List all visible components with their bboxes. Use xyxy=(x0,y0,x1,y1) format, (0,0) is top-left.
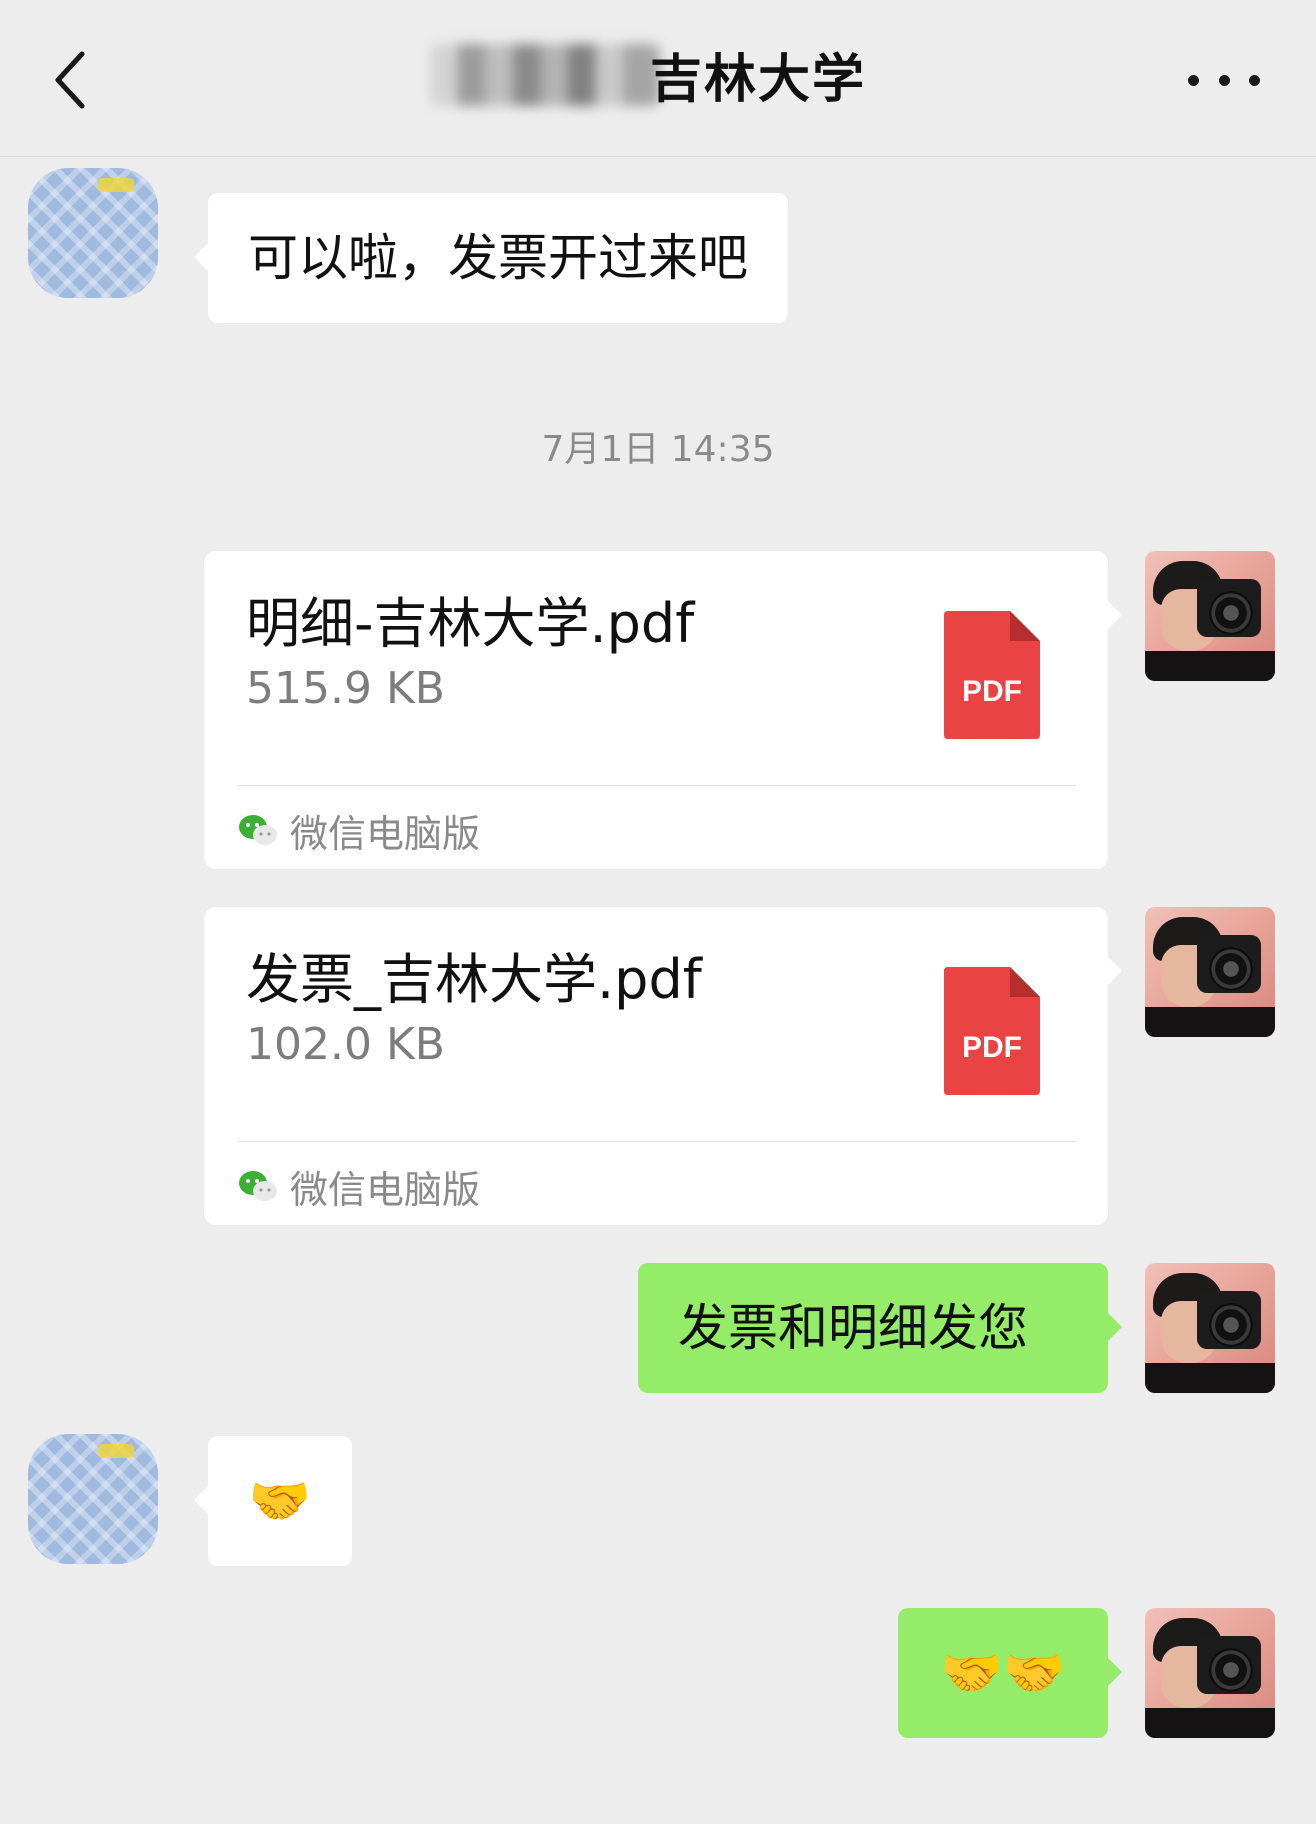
chat-title: 吉林大学 xyxy=(650,50,867,110)
more-dots-icon xyxy=(1218,74,1230,86)
contact-avatar[interactable] xyxy=(28,168,158,298)
redacted-name-blur xyxy=(430,44,660,106)
file-size: 102.0 KB xyxy=(246,1019,445,1070)
contact-avatar[interactable] xyxy=(28,1434,158,1564)
file-source: 微信电脑版 xyxy=(238,805,481,856)
message-timestamp: 7月1日 14:35 xyxy=(541,429,775,470)
file-card-divider xyxy=(238,785,1076,786)
chat-header: 吉林大学 xyxy=(0,0,1316,157)
file-size: 515.9 KB xyxy=(246,663,445,714)
wechat-logo-icon xyxy=(239,815,277,845)
file-source-label: 微信电脑版 xyxy=(290,1167,481,1212)
message-text: 可以啦，发票开过来吧 xyxy=(248,229,748,287)
message-bubble-received[interactable]: 🤝 xyxy=(194,1436,352,1566)
message-bubble-received[interactable]: 可以啦，发票开过来吧 xyxy=(194,193,788,323)
chat-title-area: 吉林大学 xyxy=(0,40,1316,120)
my-avatar[interactable] xyxy=(1145,907,1275,1037)
message-bubble-sent[interactable]: 发票和明细发您 xyxy=(638,1263,1122,1393)
file-message-card[interactable]: 发票_吉林大学.pdf 102.0 KB PDF 微信电脑版 xyxy=(204,907,1122,1225)
my-avatar[interactable] xyxy=(1145,1263,1275,1393)
more-button[interactable] xyxy=(1188,55,1260,105)
pdf-file-icon: PDF xyxy=(944,611,1040,739)
pdf-file-icon: PDF xyxy=(944,967,1040,1095)
message-text: 发票和明细发您 xyxy=(678,1299,1028,1357)
handshake-emoji: 🤝 xyxy=(248,1472,312,1530)
wechat-logo-icon xyxy=(239,1171,277,1201)
file-name: 发票_吉林大学.pdf xyxy=(246,948,702,1011)
file-source-label: 微信电脑版 xyxy=(290,811,481,856)
handshake-emoji: 🤝🤝 xyxy=(940,1644,1066,1702)
my-avatar[interactable] xyxy=(1145,1608,1275,1738)
pdf-badge-text: PDF xyxy=(962,675,1022,708)
pdf-badge-text: PDF xyxy=(962,1031,1022,1064)
my-avatar[interactable] xyxy=(1145,551,1275,681)
file-message-card[interactable]: 明细-吉林大学.pdf 515.9 KB PDF 微信电脑版 xyxy=(204,551,1122,869)
file-card-divider xyxy=(238,1141,1076,1142)
more-dots-icon xyxy=(1249,74,1260,86)
more-dots-icon xyxy=(1188,74,1199,86)
file-name: 明细-吉林大学.pdf xyxy=(246,592,695,655)
file-source: 微信电脑版 xyxy=(238,1161,481,1212)
message-bubble-sent[interactable]: 🤝🤝 xyxy=(898,1608,1122,1738)
